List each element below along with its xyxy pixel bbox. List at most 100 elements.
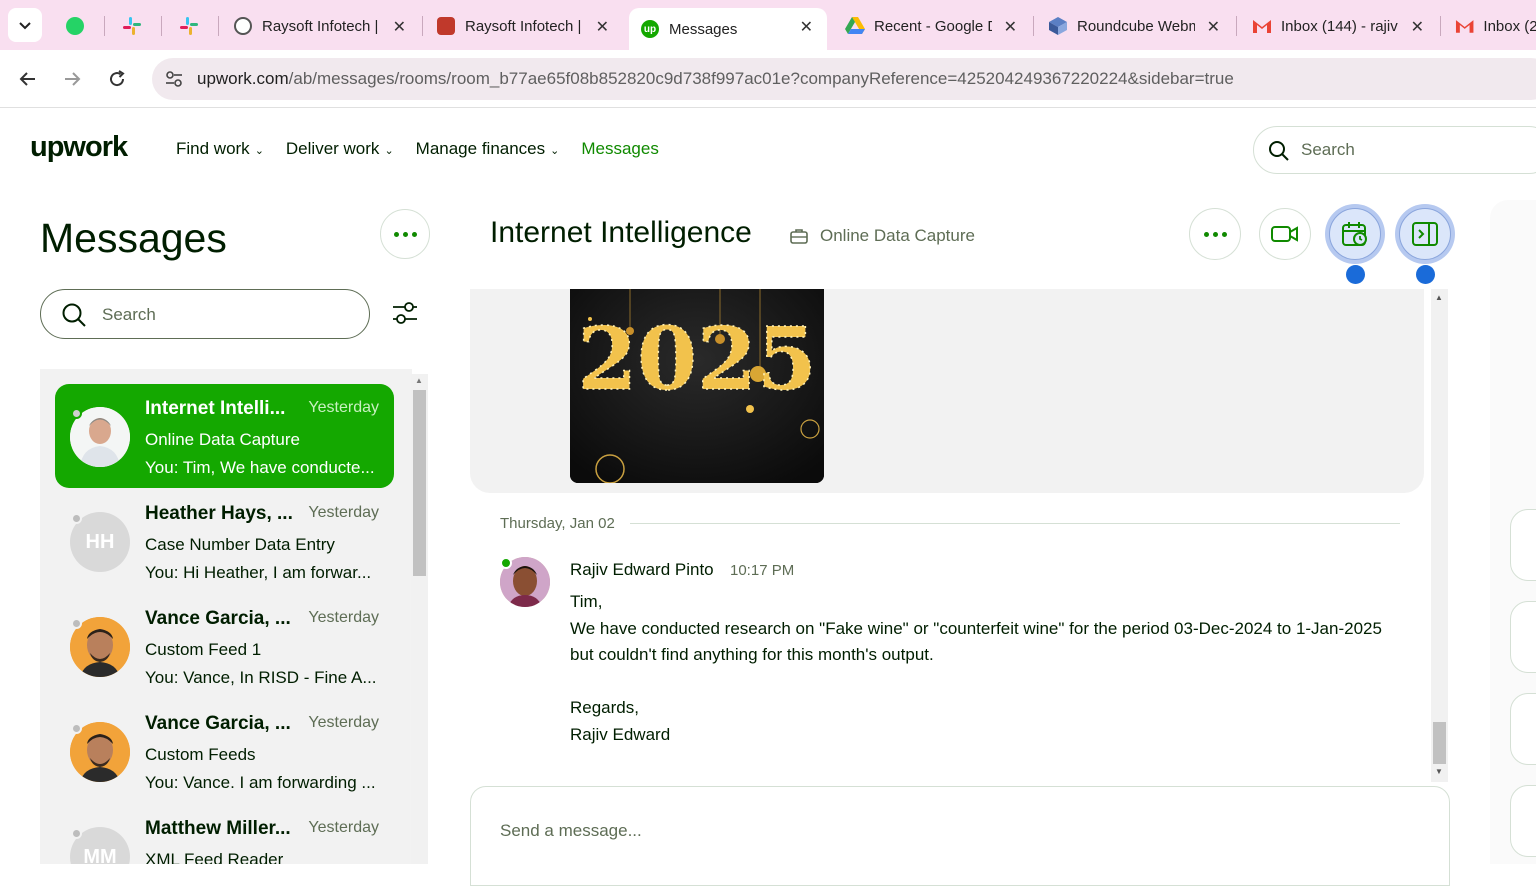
site-settings-icon[interactable] (164, 69, 184, 89)
scrollbar-thumb[interactable] (413, 390, 426, 576)
room-item-vance-garcia-1[interactable]: Vance Garcia, ... Yesterday Custom Feed … (55, 594, 394, 698)
scroll-up-arrow-icon[interactable]: ▲ (415, 376, 423, 385)
divider-line (630, 523, 1400, 524)
search-icon (1269, 141, 1289, 161)
tab-separator (1236, 16, 1237, 36)
nav-find-work[interactable]: Find work ⌄ (176, 139, 264, 159)
presence-dot (71, 723, 82, 734)
tab-slack-1[interactable] (104, 8, 160, 44)
site-header: upwork Find work ⌄ Deliver work ⌄ Manage f… (0, 109, 1536, 191)
arrow-left-icon (19, 72, 35, 86)
close-icon[interactable]: ✕ (1004, 17, 1017, 37)
scroll-down-arrow-icon[interactable]: ▼ (1435, 767, 1443, 776)
video-call-button[interactable] (1255, 204, 1315, 264)
room-name: Heather Hays, ... (145, 503, 293, 524)
gmail-icon (1455, 20, 1474, 33)
room-name: Vance Garcia, ... (145, 713, 291, 734)
tab-title: Raysoft Infotech | (465, 17, 582, 35)
thread-scrollbar[interactable]: ▲ ▼ (1431, 289, 1448, 782)
chevron-down-icon: ⌄ (254, 144, 264, 157)
close-icon[interactable]: ✕ (1207, 17, 1220, 37)
new-year-image[interactable]: 2025 (570, 289, 824, 483)
highlight-marker (1346, 265, 1365, 284)
briefcase-icon (790, 229, 808, 244)
upwork-logo[interactable]: upwork (30, 131, 128, 164)
room-item-matthew-miller[interactable]: MM Matthew Miller... Yesterday XML Feed … (55, 804, 394, 864)
room-subtitle: Online Data Capture (145, 430, 300, 449)
tab-title: Recent - Google D (874, 17, 992, 35)
room-item-internet-intelligence[interactable]: Internet Intelli... Yesterday Online Dat… (55, 384, 394, 488)
close-icon[interactable]: ✕ (800, 17, 813, 37)
tab-gmail-1[interactable]: Inbox (144) - rajiv ✕ (1252, 8, 1438, 44)
contract-link[interactable]: Online Data Capture (790, 226, 975, 246)
chat-more-button[interactable] (1185, 204, 1245, 264)
tab-slack-2[interactable] (161, 8, 217, 44)
tab-messages[interactable]: up Messages ✕ (629, 8, 827, 50)
room-preview: You: Vance. I am forwarding ... (145, 773, 376, 792)
tab-gmail-2[interactable]: Inbox (2 (1455, 8, 1536, 44)
close-icon[interactable]: ✕ (1411, 17, 1424, 37)
close-icon[interactable]: ✕ (393, 17, 406, 37)
tab-roundcube[interactable]: Roundcube Webm ✕ (1048, 8, 1234, 44)
toggle-sidebar-button[interactable] (1395, 204, 1455, 264)
upwork-icon: up (641, 20, 659, 38)
room-name: Matthew Miller... (145, 818, 291, 839)
search-placeholder: Search (102, 305, 156, 324)
google-drive-icon (845, 17, 865, 34)
message-author[interactable]: Rajiv Edward Pinto (570, 560, 714, 580)
room-subtitle: Custom Feeds (145, 745, 256, 764)
url-path: /ab/messages/rooms/room_b77ae65f08b85282… (288, 69, 1234, 88)
reload-button[interactable] (102, 64, 132, 94)
tab-raysoft-2[interactable]: Raysoft Infotech | ✕ (437, 8, 623, 44)
scroll-up-arrow-icon[interactable]: ▲ (1435, 293, 1443, 302)
chat-title[interactable]: Internet Intelligence (490, 216, 752, 250)
schedule-meeting-button[interactable] (1325, 204, 1385, 264)
room-search-input[interactable]: Search (40, 289, 370, 339)
forward-button[interactable] (57, 64, 87, 94)
scrollbar-thumb[interactable] (1433, 722, 1446, 764)
slack-icon (180, 17, 198, 35)
filter-icon[interactable] (390, 298, 420, 328)
presence-dot (71, 408, 82, 419)
chevron-down-icon (19, 22, 31, 30)
room-time: Yesterday (308, 504, 379, 521)
room-list-scrollbar[interactable]: ▲ (411, 374, 428, 864)
side-panel-button[interactable] (1510, 509, 1536, 581)
tab-separator (1033, 16, 1034, 36)
image-message-card: 2025 (470, 289, 1424, 493)
tab-search-button[interactable] (8, 8, 42, 42)
tab-raysoft-1[interactable]: Raysoft Infotech | ✕ (234, 8, 420, 44)
url-text: upwork.com/ab/messages/rooms/room_b77ae6… (197, 69, 1234, 89)
header-search-input[interactable]: Search (1253, 126, 1536, 174)
online-status-dot (500, 557, 512, 569)
messages-more-button[interactable] (380, 209, 430, 259)
side-panel-button[interactable] (1510, 693, 1536, 765)
nav-messages[interactable]: Messages (581, 139, 658, 159)
room-preview: You: Hi Heather, I am forwar... (145, 563, 372, 582)
tab-whatsapp[interactable] (47, 8, 103, 44)
back-button[interactable] (13, 64, 43, 94)
more-icon (1203, 231, 1227, 237)
room-subtitle: XML Feed Reader (145, 850, 284, 864)
room-item-vance-garcia-2[interactable]: Vance Garcia, ... Yesterday Custom Feeds… (55, 699, 394, 803)
message-composer[interactable]: Send a message... (470, 786, 1450, 886)
tab-google-drive[interactable]: Recent - Google D ✕ (845, 8, 1031, 44)
close-icon[interactable]: ✕ (596, 17, 609, 37)
tab-separator (1440, 16, 1441, 36)
side-panel-button[interactable] (1510, 601, 1536, 673)
tab-title: Raysoft Infotech | (262, 17, 379, 35)
message-time: 10:17 PM (730, 562, 795, 579)
message-line: Tim, (570, 592, 603, 611)
side-panel-button[interactable] (1510, 785, 1536, 857)
video-camera-icon (1271, 226, 1298, 242)
date-divider-label: Thursday, Jan 02 (500, 515, 627, 532)
nav-manage-finances[interactable]: Manage finances ⌄ (416, 139, 560, 159)
image-caption-text: 2025 (577, 309, 816, 410)
room-item-heather-hays[interactable]: HH Heather Hays, ... Yesterday Case Numb… (55, 489, 394, 593)
nav-label: Messages (581, 139, 659, 158)
nav-deliver-work[interactable]: Deliver work ⌄ (286, 139, 394, 159)
room-time: Yesterday (308, 714, 379, 731)
globe-icon (234, 17, 252, 35)
chevron-down-icon: ⌄ (550, 144, 560, 157)
address-bar[interactable]: upwork.com/ab/messages/rooms/room_b77ae6… (152, 58, 1536, 100)
